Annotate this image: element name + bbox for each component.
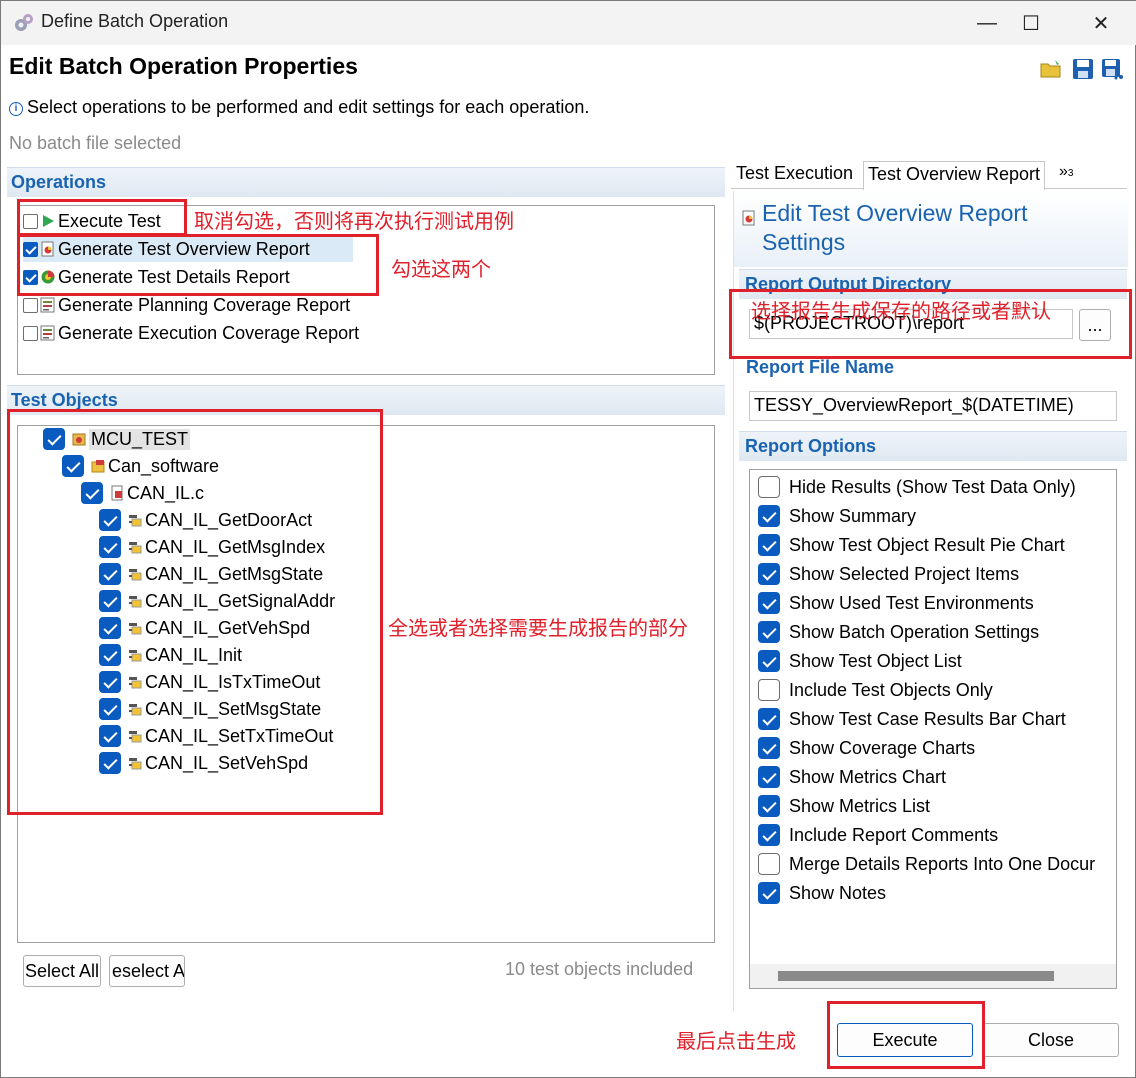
checkbox[interactable] [758, 679, 780, 701]
report-option[interactable]: Merge Details Reports Into One Docur [758, 851, 1095, 877]
checkbox[interactable] [758, 476, 780, 498]
window-title: Define Batch Operation [41, 11, 229, 31]
checkbox[interactable] [758, 824, 780, 846]
checkbox[interactable] [758, 621, 780, 643]
option-label: Hide Results (Show Test Data Only) [789, 476, 1076, 497]
report-option[interactable]: Show Notes [758, 880, 886, 906]
select-all-button[interactable]: Select All [23, 955, 101, 987]
settings-title-line1: Edit Test Overview Report [762, 200, 1028, 226]
annotation-path: 选择报告生成保存的路径或者默认 [751, 301, 1051, 323]
checkbox[interactable] [758, 505, 780, 527]
option-label: Show Metrics List [789, 795, 931, 816]
option-label: Include Test Objects Only [789, 679, 993, 700]
info-message: i Select operations to be performed and e… [9, 97, 589, 118]
report-option[interactable]: Show Batch Operation Settings [758, 619, 1039, 645]
horizontal-scrollbar[interactable] [750, 964, 1116, 988]
checkbox[interactable] [758, 650, 780, 672]
annotation-select: 全选或者选择需要生成报告的部分 [388, 618, 688, 640]
report-options-list: Hide Results (Show Test Data Only) Show S… [749, 469, 1117, 989]
operation-label: Generate Planning Coverage Report [58, 294, 351, 315]
checkbox[interactable] [23, 325, 38, 341]
option-label: Show Notes [789, 882, 887, 903]
title-bar: Define Batch Operation — ☐ ✕ [1, 1, 1136, 45]
settings-title: Edit Test Overview Report Settings [762, 199, 1027, 257]
page-title: Edit Batch Operation Properties [9, 53, 358, 79]
file-name-input[interactable]: TESSY_OverviewReport_$(DATETIME) [749, 391, 1117, 421]
option-label: Show Test Object Result Pie Chart [789, 534, 1065, 555]
report-options-label: Report Options [745, 436, 876, 456]
option-label: Show Summary [789, 505, 917, 526]
report-option[interactable]: Show Coverage Charts [758, 735, 975, 761]
report-option[interactable]: Include Report Comments [758, 822, 998, 848]
option-label: Show Selected Project Items [789, 563, 1020, 584]
deselect-all-button[interactable]: eselect A [109, 955, 185, 987]
coverage-report-icon [40, 297, 55, 313]
option-label: Show Used Test Environments [789, 592, 1034, 613]
option-label: Show Coverage Charts [789, 737, 976, 758]
file-name-label: Report File Name [746, 357, 895, 377]
option-label: Show Metrics Chart [789, 766, 947, 787]
coverage-report-icon [40, 325, 55, 341]
save-as-icon[interactable] [1101, 57, 1125, 81]
info-icon: i [9, 102, 23, 116]
report-option[interactable]: Show Metrics Chart [758, 764, 946, 790]
close-button[interactable]: Close [983, 1023, 1119, 1057]
report-option[interactable]: Show Test Object List [758, 648, 962, 674]
option-label: Include Report Comments [789, 824, 999, 845]
annotation-uncheck: 取消勾选，否则将再次执行测试用例 [194, 211, 514, 233]
report-options-header: Report Options [739, 431, 1127, 461]
settings-title-line2: Settings [762, 229, 846, 255]
test-objects-heading: Test Objects [11, 390, 118, 410]
overflow-chevron-icon: » [1059, 163, 1068, 180]
close-window-button[interactable]: ✕ [1071, 1, 1131, 45]
tab-test-execution[interactable]: Test Execution [732, 163, 857, 189]
report-option[interactable]: Hide Results (Show Test Data Only) [758, 474, 1076, 500]
report-option[interactable]: Show Test Object Result Pie Chart [758, 532, 1065, 558]
option-label: Merge Details Reports Into One Docur [789, 853, 1096, 874]
annotation-box-execute-test [17, 199, 187, 236]
operation-item-execution-coverage[interactable]: Generate Execution Coverage Report [23, 320, 359, 346]
checkbox[interactable] [758, 592, 780, 614]
included-count: 10 test objects included [505, 959, 694, 979]
report-option[interactable]: Show Test Case Results Bar Chart [758, 706, 1066, 732]
checkbox[interactable] [758, 795, 780, 817]
option-label: Show Test Object List [789, 650, 962, 671]
annotation-box-reports [17, 234, 379, 296]
option-label: Show Test Case Results Bar Chart [789, 708, 1066, 729]
report-option[interactable]: Show Metrics List [758, 793, 930, 819]
checkbox[interactable] [758, 882, 780, 904]
tab-overflow[interactable]: »3 [1059, 163, 1073, 181]
checkbox[interactable] [758, 708, 780, 730]
info-text: Select operations to be performed and ed… [27, 97, 590, 117]
report-option[interactable]: Show Selected Project Items [758, 561, 1019, 587]
report-icon [742, 210, 755, 226]
checkbox[interactable] [758, 534, 780, 556]
operations-heading: Operations [11, 172, 107, 192]
open-folder-icon[interactable] [1039, 57, 1063, 81]
checkbox[interactable] [23, 297, 38, 313]
operations-header: Operations [7, 167, 725, 197]
scrollbar-thumb[interactable] [778, 971, 1054, 981]
checkbox[interactable] [758, 853, 780, 875]
operation-label: Generate Execution Coverage Report [58, 322, 360, 343]
report-option[interactable]: Include Test Objects Only [758, 677, 993, 703]
report-option[interactable]: Show Summary [758, 503, 916, 529]
maximize-button[interactable]: ☐ [1001, 1, 1061, 45]
annotation-box-test-objects [7, 409, 383, 815]
gear-cluster-icon [15, 14, 33, 31]
batch-status-text: No batch file selected [9, 133, 182, 153]
save-icon[interactable] [1071, 57, 1095, 81]
checkbox[interactable] [758, 563, 780, 585]
checkbox[interactable] [758, 766, 780, 788]
checkbox[interactable] [758, 737, 780, 759]
tab-test-overview-report[interactable]: Test Overview Report [863, 161, 1046, 190]
option-label: Show Batch Operation Settings [789, 621, 1040, 642]
dialog-window: Define Batch Operation — ☐ ✕ Edit Batch … [0, 0, 1136, 1078]
annotation-check-two: 勾选这两个 [391, 259, 491, 281]
annotation-box-execute [827, 1001, 985, 1069]
annotation-final: 最后点击生成 [676, 1031, 796, 1053]
overflow-count: 3 [1067, 168, 1074, 179]
report-option[interactable]: Show Used Test Environments [758, 590, 1034, 616]
